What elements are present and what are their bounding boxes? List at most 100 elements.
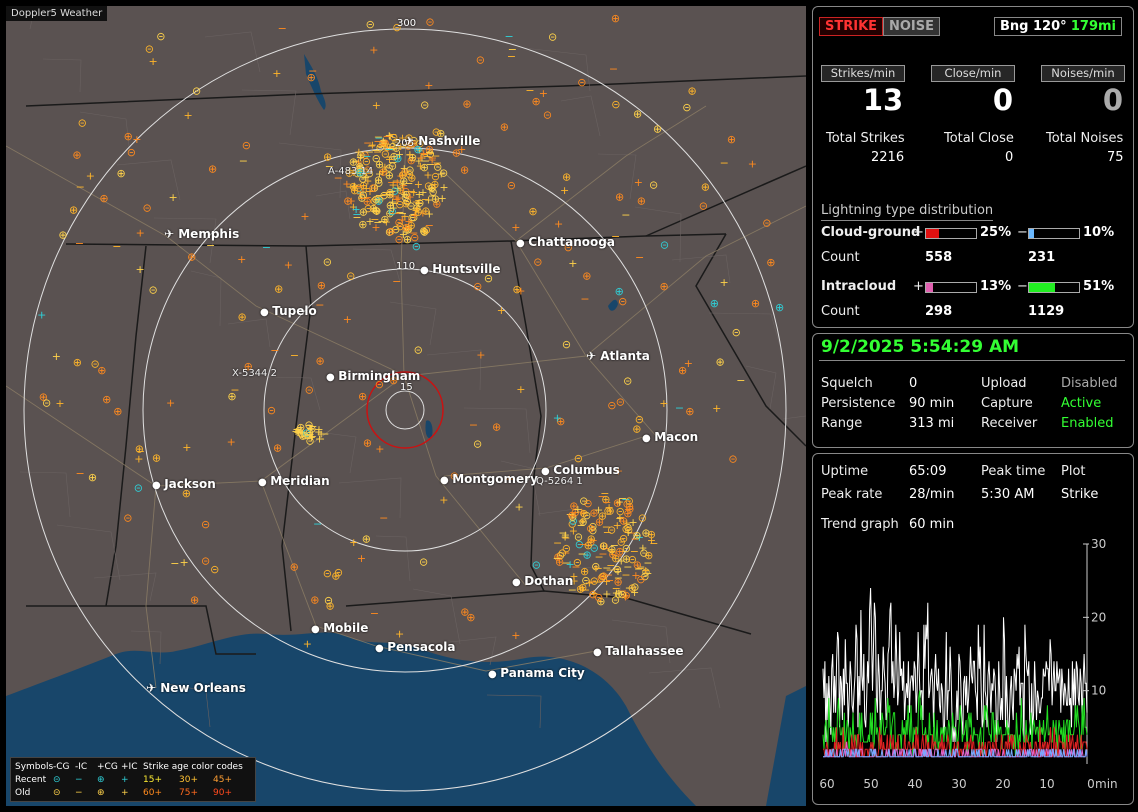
strike-marker: +: [553, 411, 562, 424]
strike-marker: −: [290, 349, 299, 362]
datetime: 9/2/2025 5:54:29 AM: [821, 337, 1020, 357]
range-value: 313 mi: [909, 416, 955, 431]
city-name: Pensacola: [387, 640, 456, 654]
strike-marker: ⊕: [317, 279, 326, 292]
trend-graph-value[interactable]: 60 min: [909, 517, 954, 532]
strike-marker: −: [431, 150, 440, 163]
strike-marker: +: [607, 545, 616, 558]
lightning-map[interactable]: Doppler5 Weather + + ⊝ ⊝ − − ⊕ + + ⊕ + ⊝…: [6, 6, 806, 806]
bearing-readout: Bng 120° 179mi: [994, 17, 1122, 36]
strike-marker: ⊕: [375, 158, 384, 171]
strike-marker: +: [497, 304, 506, 317]
city-jackson: ● Jackson: [152, 477, 216, 491]
city-macon: ● Macon: [642, 430, 698, 444]
strike-marker: ⊝: [618, 295, 627, 308]
strike-marker: −: [75, 237, 84, 250]
strike-marker: ⊕: [190, 594, 199, 607]
strike-marker: ⊕: [69, 204, 78, 217]
peak-rate-value: 28/min: [909, 487, 955, 502]
strike-marker: ⊕: [208, 163, 217, 176]
app-title: Doppler5 Weather: [6, 6, 108, 21]
city-name: Chattanooga: [528, 235, 615, 249]
strike-marker: −: [278, 22, 287, 35]
strike-marker: +: [414, 178, 423, 191]
receiver-value[interactable]: Enabled: [1061, 416, 1114, 431]
city-dot-icon: ●: [642, 433, 655, 444]
strike-marker: +: [369, 44, 378, 57]
storm-tag[interactable]: Q-5264 1: [536, 476, 583, 487]
strike-marker: ⊝: [134, 481, 143, 494]
strike-marker: +: [135, 263, 144, 276]
range-label-15: 15: [400, 382, 413, 393]
strike-marker: +: [168, 191, 177, 204]
capture-label: Capture: [981, 396, 1033, 411]
city-name: Panama City: [500, 666, 585, 680]
strike-marker: ⊝: [90, 358, 99, 371]
strike-marker: ⊕: [678, 364, 687, 377]
city-dot-icon: ●: [258, 477, 271, 488]
status-panel: 9/2/2025 5:54:29 AM Squelch 0 Persistenc…: [812, 333, 1134, 448]
strike-marker: ⊝: [728, 453, 737, 466]
city-name: Macon: [654, 430, 699, 444]
capture-value[interactable]: Active: [1061, 396, 1101, 411]
noise-button[interactable]: NOISE: [883, 17, 941, 36]
strike-marker: ⊝: [562, 338, 571, 351]
strike-marker: −: [230, 383, 239, 396]
strike-marker: −: [525, 84, 534, 97]
strike-marker: ⊝: [507, 179, 516, 192]
strike-marker: ⊕: [462, 98, 471, 111]
strike-marker: ⊕: [653, 123, 662, 136]
strike-marker: ⊝: [732, 326, 741, 339]
strike-marker: −: [675, 401, 684, 414]
peak-time-value: 5:30 AM: [981, 487, 1035, 502]
city-name: Jackson: [164, 477, 216, 491]
strike-marker: −: [593, 576, 602, 589]
city-name: Tallahassee: [605, 644, 684, 658]
plot-value[interactable]: Strike: [1061, 487, 1098, 502]
strike-marker: −: [392, 275, 401, 288]
strike-marker: ⊝: [586, 522, 595, 535]
strikes-min-value: 13: [862, 83, 904, 117]
city-name: New Orleans: [160, 681, 246, 695]
city-dot-icon: ●: [440, 475, 453, 486]
strike-marker: ⊝: [762, 216, 771, 229]
strike-marker: −: [635, 251, 644, 264]
strike-marker: +: [134, 452, 143, 465]
storm-tag[interactable]: A-483 14: [328, 166, 373, 177]
strike-button[interactable]: STRIKE: [819, 17, 884, 36]
strike-marker: ⊕: [58, 229, 67, 242]
city-huntsville: ● Huntsville: [420, 262, 501, 276]
storm-tag[interactable]: X-5344 2: [232, 368, 277, 379]
airport-icon: ✈: [586, 349, 601, 363]
strike-marker: −: [170, 557, 179, 570]
strike-marker: +: [136, 226, 145, 239]
strike-marker: ⊝: [623, 375, 632, 388]
strike-marker: ⊝: [123, 511, 132, 524]
strike-marker: +: [227, 436, 236, 449]
strike-marker: ⊕: [492, 421, 501, 434]
strike-marker: ⊕: [632, 529, 641, 542]
strike-marker: ⊝: [577, 76, 586, 89]
city-dot-icon: ●: [326, 372, 339, 383]
strike-marker: −: [469, 418, 478, 431]
strike-marker: +: [719, 276, 728, 289]
ic-count-label: Count: [821, 304, 860, 319]
strike-marker: ⊕: [500, 120, 509, 133]
strike-marker: −: [605, 574, 614, 587]
strike-marker: +: [357, 552, 366, 565]
strike-marker: ⊕: [710, 297, 719, 310]
total-close-value: 0: [1005, 150, 1014, 165]
strike-marker: +: [385, 153, 394, 166]
strike-marker: +: [511, 221, 520, 234]
strike-marker: −: [239, 155, 248, 168]
strike-marker: ⊕: [659, 280, 668, 293]
strike-marker: +: [86, 170, 95, 183]
city-columbus: ● Columbus: [541, 463, 620, 477]
strike-marker: ⊝: [638, 511, 647, 524]
strike-marker: ⊝: [142, 202, 151, 215]
strike-marker: +: [602, 588, 611, 601]
upload-value[interactable]: Disabled: [1061, 376, 1117, 391]
lake-lanier: [608, 299, 618, 311]
strike-marker: ⊝: [156, 30, 165, 43]
stats-panel: STRIKE NOISE Bng 120° 179mi Strikes/min …: [812, 6, 1134, 328]
